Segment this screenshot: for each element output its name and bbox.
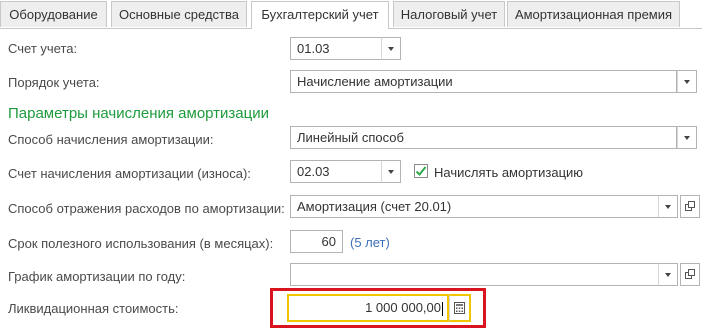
tab-bar: Оборудование Основные средства Бухгалтер…	[0, 0, 702, 29]
tab-accounting[interactable]: Бухгалтерский учет	[251, 1, 389, 29]
schedule-field[interactable]	[290, 263, 659, 286]
chevron-down-icon	[388, 169, 394, 174]
depr-account-dropdown-button[interactable]	[381, 160, 401, 183]
liquidation-field[interactable]: 1 000 000,00	[287, 294, 449, 322]
useful-life-label: Срок полезного использования (в месяцах)…	[8, 236, 274, 251]
accrue-checkbox-label[interactable]: Начислять амортизацию	[434, 165, 583, 180]
method-field[interactable]: Линейный способ	[290, 126, 677, 149]
liquidation-label: Ликвидационная стоимость:	[8, 301, 179, 316]
open-window-icon	[684, 269, 695, 279]
schedule-label: График амортизации по году:	[8, 269, 186, 284]
depr-account-label: Счет начисления амортизации (износа):	[8, 166, 251, 181]
chevron-down-icon	[388, 46, 394, 51]
liquidation-value: 1 000 000,00	[365, 300, 441, 315]
schedule-open-button[interactable]	[680, 263, 700, 286]
schedule-dropdown-button[interactable]	[658, 263, 678, 286]
chevron-down-icon	[665, 204, 671, 209]
account-label: Счет учета:	[8, 41, 78, 56]
accounting-order-field[interactable]: Начисление амортизации	[290, 70, 677, 93]
tab-depreciation-bonus[interactable]: Амортизационная премия	[507, 1, 680, 27]
chevron-down-icon	[684, 79, 690, 84]
useful-life-hint[interactable]: (5 лет)	[350, 235, 390, 250]
accounting-order-label: Порядок учета:	[8, 75, 100, 90]
method-label: Способ начисления амортизации:	[8, 132, 214, 147]
chevron-down-icon	[684, 135, 690, 140]
chevron-down-icon	[665, 272, 671, 277]
calculator-icon	[454, 302, 465, 314]
text-caret	[442, 301, 443, 316]
accounting-order-dropdown-button[interactable]	[677, 70, 697, 93]
account-field[interactable]: 01.03	[290, 37, 382, 60]
expense-method-label: Способ отражения расходов по амортизации…	[8, 201, 285, 216]
tab-equipment[interactable]: Оборудование	[0, 1, 107, 27]
accrue-checkbox[interactable]	[414, 164, 428, 178]
calculator-button[interactable]	[449, 294, 471, 322]
depr-account-field[interactable]: 02.03	[290, 160, 382, 183]
expense-method-field[interactable]: Амортизация (счет 20.01)	[290, 195, 659, 218]
tab-tax-accounting[interactable]: Налоговый учет	[393, 1, 505, 27]
tab-fixed-assets[interactable]: Основные средства	[111, 1, 247, 27]
checkmark-icon	[415, 166, 427, 176]
account-dropdown-button[interactable]	[381, 37, 401, 60]
open-window-icon	[684, 201, 695, 211]
useful-life-field[interactable]: 60	[290, 230, 343, 253]
section-title: Параметры начисления амортизации	[8, 105, 269, 122]
expense-method-open-button[interactable]	[680, 195, 700, 218]
method-dropdown-button[interactable]	[677, 126, 697, 149]
expense-method-dropdown-button[interactable]	[658, 195, 678, 218]
